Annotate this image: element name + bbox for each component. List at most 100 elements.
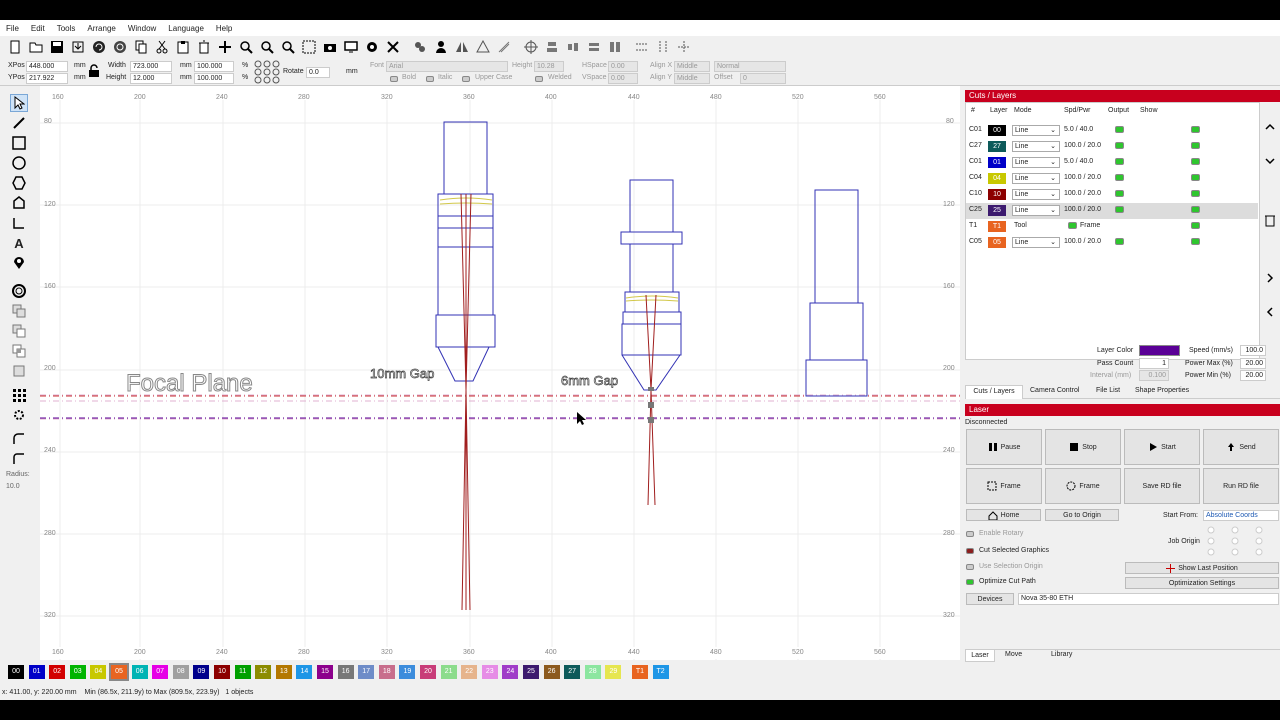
layer-mode-select[interactable]: Line ⌄ [1012,141,1060,152]
radius-value[interactable]: 10.0 [6,483,20,490]
send-button[interactable]: Send [1203,429,1279,465]
layer-swatch[interactable]: 25 [988,205,1006,216]
frame-button[interactable]: Frame [966,468,1042,504]
italic-toggle[interactable] [426,76,434,82]
layer-row[interactable]: C01 00 Line ⌄ 5.0 / 40.0 [966,123,1258,139]
width-field[interactable]: 723.000 [130,61,172,72]
distribute-h-icon[interactable] [585,39,602,56]
line-tool-icon[interactable] [10,214,28,232]
show-toggle[interactable] [1191,190,1200,197]
delete-layer-icon[interactable] [1262,213,1278,227]
move-layer-down-icon[interactable] [1262,154,1278,168]
palette-swatch[interactable]: 24 [502,665,519,679]
palette-swatch[interactable]: 26 [543,665,560,679]
palette-swatch[interactable]: 03 [69,665,86,679]
layer-mode-select[interactable]: Line ⌄ [1012,237,1060,248]
palette-swatch[interactable]: 25 [523,665,539,679]
use-selection-origin-toggle[interactable] [966,564,974,570]
cut-selected-toggle[interactable] [966,548,974,554]
save-rd-button[interactable]: Save RD file [1124,468,1200,504]
ypos-field[interactable]: 217.922 [26,73,68,84]
layer-swatch[interactable]: 27 [988,141,1006,152]
menu-arrange[interactable]: Arrange [87,24,115,33]
polygon-icon[interactable] [10,174,28,192]
pen-path-icon[interactable] [10,194,28,212]
gap-6mm-label[interactable]: 6mm Gap [561,373,619,389]
show-toggle[interactable] [1191,238,1200,245]
menu-file[interactable]: File [6,24,19,33]
layer-row[interactable]: C27 27 Line ⌄ 100.0 / 20.0 [966,139,1258,155]
zoom-in-icon[interactable] [237,39,254,56]
tab-laser[interactable]: Laser [965,650,995,662]
offset-shapes-icon[interactable] [10,282,28,300]
edit-nodes-icon[interactable] [10,114,28,132]
job-origin-grid[interactable] [1205,525,1265,557]
layer-row[interactable]: C25 25 Line ⌄ 100.0 / 20.0 [966,203,1258,219]
cut-icon[interactable] [153,39,170,56]
corner-radius-icon[interactable] [10,450,28,468]
layer-mode-select[interactable]: Line ⌄ [1012,189,1060,200]
palette-swatch[interactable]: 29 [605,665,622,679]
show-last-position-button[interactable]: Show Last Position [1125,562,1279,574]
zoom-page-icon[interactable] [279,39,296,56]
align-y-select[interactable]: Middle [674,73,710,84]
layer-swatch[interactable]: T1 [988,221,1006,232]
go-to-origin-button[interactable]: Go to Origin [1045,509,1119,521]
ellipse-icon[interactable] [10,154,28,172]
distribute-v-icon[interactable] [606,39,623,56]
anchor-point-grid[interactable] [254,60,280,84]
output-toggle[interactable] [1115,126,1124,133]
menu-help[interactable]: Help [216,24,232,33]
home-button[interactable]: Home [966,509,1041,521]
speed-field[interactable]: 100.0 [1240,345,1266,356]
rounded-corner-icon[interactable] [10,430,28,448]
palette-swatch[interactable]: 18 [378,665,395,679]
output-toggle[interactable] [1115,174,1124,181]
scale-height-field[interactable]: 100.000 [194,73,234,84]
palette-swatch[interactable]: 27 [564,665,581,679]
layer-color-swatch[interactable] [1139,345,1180,356]
palette-swatch[interactable]: 14 [296,665,313,679]
power-min-field[interactable]: 20.00 [1240,370,1266,381]
show-toggle[interactable] [1191,206,1200,213]
start-from-select[interactable]: Absolute Coords [1203,510,1279,521]
palette-swatch[interactable]: 12 [255,665,272,679]
palette-swatch[interactable]: 08 [172,665,189,679]
layer-swatch[interactable]: 10 [988,189,1006,200]
palette-swatch[interactable]: 07 [152,665,169,679]
show-toggle[interactable] [1191,158,1200,165]
frame-output-toggle[interactable] [1068,222,1077,229]
vspace-field[interactable]: 0.00 [608,73,638,84]
palette-swatch[interactable]: 23 [481,665,498,679]
tab-move[interactable]: Move [1005,651,1022,658]
power-max-field[interactable]: 20.00 [1240,358,1266,369]
tools-icon[interactable] [384,39,401,56]
xpos-field[interactable]: 448.000 [26,61,68,72]
layer-swatch[interactable]: 05 [988,237,1006,248]
tab-camera-control[interactable]: Camera Control [1030,387,1079,394]
palette-swatch[interactable]: 21 [440,665,457,679]
layer-swatch[interactable]: 01 [988,157,1006,168]
palette-swatch[interactable]: 00 [8,665,24,679]
arrange-row-icon[interactable] [633,39,650,56]
layer-row[interactable]: C04 04 Line ⌄ 100.0 / 20.0 [966,171,1258,187]
palette-swatch[interactable]: 05 [109,663,129,681]
flip-horizontal-icon[interactable] [453,39,470,56]
text-mode-select[interactable]: Normal [714,61,786,72]
tab-file-list[interactable]: File List [1096,387,1120,394]
palette-swatch[interactable]: 04 [90,665,107,679]
grid-array-icon[interactable] [10,386,28,404]
layer-mode-select[interactable]: Line ⌄ [1012,205,1060,216]
import-icon[interactable] [69,39,86,56]
weld-icon[interactable] [10,362,28,380]
offset-field[interactable]: 0 [740,73,786,84]
center-crosshair-icon[interactable] [675,39,692,56]
output-toggle[interactable] [1115,190,1124,197]
redo-icon[interactable] [111,39,128,56]
enable-rotary-toggle[interactable] [966,531,974,537]
show-toggle[interactable] [1191,142,1200,149]
move-layer-up-icon[interactable] [1262,120,1278,134]
scale-width-field[interactable]: 100.000 [194,61,234,72]
align-center-icon[interactable] [522,39,539,56]
layer-mode-select[interactable]: Line ⌄ [1012,157,1060,168]
